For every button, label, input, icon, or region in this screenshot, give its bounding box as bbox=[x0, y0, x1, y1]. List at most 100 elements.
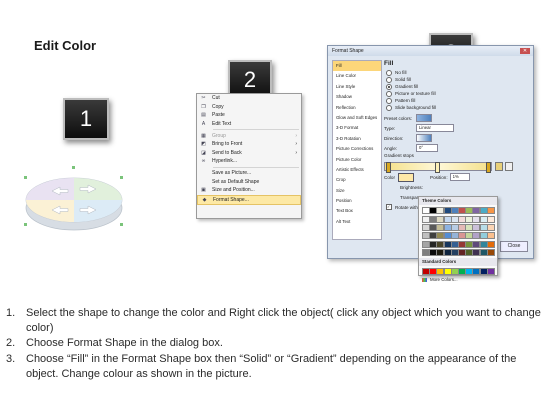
category-picture-color[interactable]: Picture Color bbox=[333, 155, 381, 165]
menu-item-hyperlink[interactable]: ∞ Hyperlink... bbox=[197, 157, 301, 166]
angle-input[interactable]: 0° bbox=[416, 144, 438, 152]
radio-icon bbox=[386, 76, 392, 83]
category-line-style[interactable]: Line Style bbox=[333, 82, 381, 92]
context-menu: ✂ Cut ❐ Copy ▤ Paste A Edit Text ▦ Group › ◩ Bring t… bbox=[196, 93, 302, 219]
rotate-checkbox[interactable]: ✓ bbox=[386, 204, 392, 210]
position-label: Position: bbox=[430, 174, 448, 180]
menu-item-label: Size and Position... bbox=[212, 187, 255, 194]
more-colors-item[interactable]: More Colors... bbox=[419, 277, 497, 283]
gradient-stops-bar[interactable] bbox=[384, 161, 492, 173]
fill-option-label: Solid fill bbox=[395, 77, 411, 82]
color-swatch[interactable] bbox=[486, 216, 495, 223]
edit-text-icon: A bbox=[201, 121, 206, 128]
color-picker-button[interactable] bbox=[398, 172, 414, 182]
color-swatch[interactable] bbox=[486, 207, 495, 214]
fill-option-radio[interactable]: Picture or texture fill bbox=[384, 90, 529, 97]
submenu-arrow-icon: › bbox=[295, 141, 297, 148]
angle-label: Angle: bbox=[384, 145, 398, 151]
cut-icon: ✂ bbox=[201, 95, 206, 102]
fill-option-label: Gradient fill bbox=[395, 84, 419, 89]
fill-option-radio[interactable]: Slide background fill bbox=[384, 104, 529, 111]
menu-item-label: Edit Text bbox=[212, 121, 232, 128]
menu-item-cut[interactable]: ✂ Cut bbox=[197, 94, 301, 103]
bring-front-icon: ◩ bbox=[201, 141, 206, 148]
menu-item-edit-text[interactable]: A Edit Text bbox=[197, 120, 301, 129]
format-shape-icon: ◆ bbox=[202, 196, 207, 203]
menu-item-label: Save as Picture... bbox=[212, 170, 252, 177]
close-button[interactable]: Close bbox=[500, 241, 528, 252]
category-fill[interactable]: Fill bbox=[333, 61, 381, 72]
fill-option-label: Slide background fill bbox=[395, 105, 437, 110]
position-input[interactable]: 1% bbox=[449, 173, 470, 181]
radio-icon bbox=[386, 90, 392, 97]
menu-item-group[interactable]: ▦ Group › bbox=[197, 131, 301, 140]
category-3-d-format[interactable]: 3-D Format bbox=[333, 123, 381, 133]
menu-item-send-back[interactable]: ◪ Send to Back › bbox=[197, 149, 301, 158]
fill-option-radio[interactable]: Pattern fill bbox=[384, 97, 529, 104]
gradient-stop-handle[interactable] bbox=[435, 161, 440, 173]
instructions-list: 1. Select the shape to change the color a… bbox=[6, 306, 546, 382]
menu-separator bbox=[213, 166, 299, 168]
step-number: 2. bbox=[6, 337, 16, 350]
more-colors-icon bbox=[422, 277, 427, 282]
category-line-color[interactable]: Line Color bbox=[333, 71, 381, 81]
color-swatch[interactable] bbox=[486, 224, 495, 232]
color-swatch[interactable] bbox=[486, 248, 495, 256]
menu-item-default-shape[interactable]: Set as Default Shape bbox=[197, 177, 301, 186]
category-shadow[interactable]: Shadow bbox=[333, 92, 381, 102]
category-list: Fill Line Color Line Style Shadow Reflection… bbox=[332, 60, 382, 240]
remove-stop-icon[interactable] bbox=[505, 161, 513, 171]
type-select[interactable]: Linear bbox=[416, 124, 454, 132]
menu-item-label: Hyperlink... bbox=[212, 158, 238, 165]
page-title: Edit Color bbox=[34, 38, 97, 53]
cycle-shape-diagram[interactable] bbox=[22, 160, 126, 242]
color-swatch[interactable] bbox=[486, 232, 495, 240]
category-reflection[interactable]: Reflection bbox=[333, 103, 381, 113]
theme-colors-label: Theme Colors bbox=[419, 197, 497, 205]
color-swatch[interactable] bbox=[486, 240, 495, 248]
menu-separator bbox=[213, 129, 299, 131]
category-artistic-effects[interactable]: Artistic Effects bbox=[333, 165, 381, 175]
color-swatch[interactable] bbox=[486, 267, 495, 275]
color-palette-popup: Theme Colors Standard Colors More Colors… bbox=[418, 196, 498, 282]
gradient-stop-handle[interactable] bbox=[386, 161, 391, 173]
category-crop[interactable]: Crop bbox=[333, 175, 381, 185]
add-stop-icon[interactable] bbox=[495, 161, 503, 171]
menu-item-size-position[interactable]: ▣ Size and Position... bbox=[197, 186, 301, 195]
menu-item-paste[interactable]: ▤ Paste bbox=[197, 111, 301, 120]
menu-item-label: Send to Back bbox=[212, 149, 242, 156]
fill-option-radio[interactable]: No fill bbox=[384, 69, 529, 76]
direction-label: Direction: bbox=[384, 135, 404, 141]
dialog-close-icon[interactable]: ✕ bbox=[520, 48, 530, 54]
dialog-title: Format Shape bbox=[328, 46, 533, 56]
preset-colors-dropdown[interactable] bbox=[416, 114, 432, 122]
menu-item-copy[interactable]: ❐ Copy bbox=[197, 103, 301, 112]
menu-item-label: Copy bbox=[212, 103, 224, 110]
menu-item-bring-front[interactable]: ◩ Bring to Front › bbox=[197, 140, 301, 149]
instruction-step: 2. Choose Format Shape in the dialog box. bbox=[6, 336, 546, 351]
menu-item-format-shape[interactable]: ◆ Format Shape... bbox=[197, 194, 301, 206]
step-number: 3. bbox=[6, 352, 16, 365]
fill-option-radio[interactable]: Gradient fill bbox=[384, 83, 529, 90]
submenu-arrow-icon: › bbox=[295, 132, 297, 139]
paste-icon: ▤ bbox=[201, 112, 206, 119]
fill-option-label: No fill bbox=[395, 70, 407, 75]
category-3-d-rotation[interactable]: 3-D Rotation bbox=[333, 134, 381, 144]
radio-icon bbox=[386, 69, 392, 76]
category-alt-text[interactable]: Alt Text bbox=[333, 217, 381, 227]
fill-option-radio[interactable]: Solid fill bbox=[384, 76, 529, 83]
theme-shades-grid bbox=[419, 216, 497, 258]
picture-icon bbox=[200, 170, 207, 176]
size-position-icon: ▣ bbox=[201, 187, 206, 194]
category-size[interactable]: Size bbox=[333, 186, 381, 196]
theme-colors-row bbox=[419, 205, 497, 216]
menu-item-picture[interactable]: Save as Picture... bbox=[197, 169, 301, 178]
gradient-stop-handle[interactable] bbox=[486, 161, 491, 173]
default-shape-icon bbox=[200, 179, 207, 185]
category-position[interactable]: Position bbox=[333, 196, 381, 206]
category-text-box[interactable]: Text Box bbox=[333, 206, 381, 216]
category-glow-and-soft-edges[interactable]: Glow and Soft Edges bbox=[333, 113, 381, 123]
direction-dropdown[interactable] bbox=[416, 134, 432, 142]
category-picture-corrections[interactable]: Picture Corrections bbox=[333, 144, 381, 154]
menu-item-label: Group bbox=[212, 132, 226, 139]
